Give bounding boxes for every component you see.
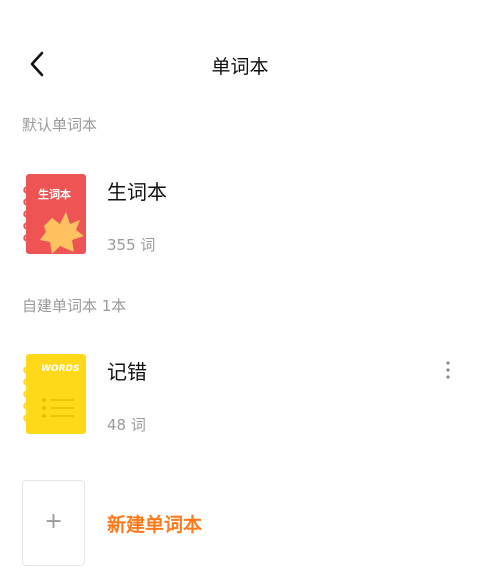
more-vertical-icon bbox=[446, 361, 450, 379]
more-options-button[interactable] bbox=[438, 358, 458, 382]
section-default-label: 默认单词本 bbox=[22, 116, 98, 134]
book-word-count: 48 词 bbox=[107, 416, 146, 434]
top-bar: 单词本 bbox=[0, 36, 480, 92]
cover-title: 生词本 bbox=[38, 188, 71, 201]
book-cover-new-words: 生词本 bbox=[22, 174, 86, 254]
book-item-mistakes[interactable]: WORDS 记错 48 词 bbox=[0, 350, 480, 450]
book-word-count: 355 词 bbox=[107, 236, 156, 254]
book-name: 记错 bbox=[107, 360, 147, 384]
cover-title: WORDS bbox=[41, 364, 80, 374]
new-book-button[interactable]: + bbox=[22, 480, 85, 566]
page-title: 单词本 bbox=[211, 56, 269, 78]
plus-icon: + bbox=[44, 509, 63, 534]
book-item-new-words[interactable]: 生词本 生词本 355 词 bbox=[0, 170, 480, 270]
new-book-label[interactable]: 新建单词本 bbox=[107, 510, 202, 537]
section-custom-label: 自建单词本 1本 bbox=[22, 297, 127, 315]
book-cover-mistakes: WORDS bbox=[22, 354, 86, 434]
new-book-row: + 新建单词本 bbox=[0, 478, 480, 568]
book-name: 生词本 bbox=[107, 180, 167, 204]
